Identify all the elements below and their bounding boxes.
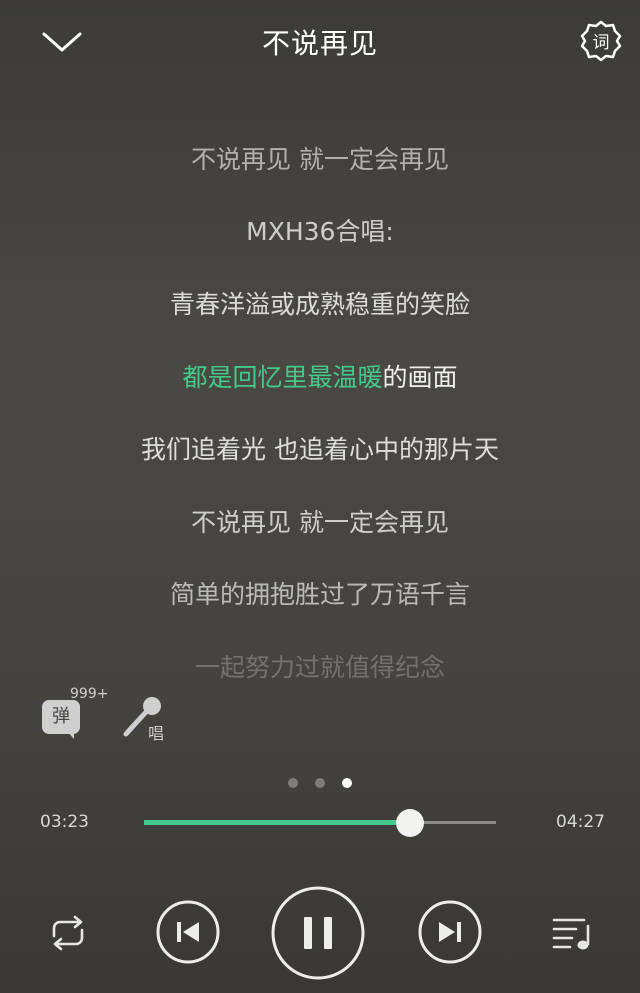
pause-icon: [271, 886, 365, 980]
progress-fill: [144, 820, 410, 825]
skip-previous-icon: [156, 900, 220, 964]
lyric-settings-button[interactable]: 词: [580, 20, 622, 62]
repeat-button[interactable]: [44, 912, 92, 954]
lyric-line: 不说再见 就一定会再见: [191, 508, 449, 537]
next-button[interactable]: [417, 899, 483, 965]
playlist-icon: [552, 918, 590, 950]
progress-thumb[interactable]: [396, 809, 424, 837]
previous-button[interactable]: [155, 899, 221, 965]
repeat-icon: [52, 915, 84, 951]
progress-slider[interactable]: [144, 809, 496, 837]
lyric-line: 我们追着光 也追着心中的那片天: [141, 435, 499, 464]
svg-text:词: 词: [593, 33, 610, 53]
skip-next-icon: [418, 900, 482, 964]
page-indicator: [0, 773, 640, 792]
page-dot-active[interactable]: [342, 778, 353, 788]
gear-icon: 词: [580, 20, 622, 62]
danmu-count-badge: 999+: [70, 686, 109, 702]
sing-button[interactable]: 唱: [122, 694, 172, 744]
current-lyric-line: 都是回忆里最温暖的画面: [0, 358, 640, 394]
sing-label: 唱: [148, 724, 165, 743]
playlist-button[interactable]: [550, 912, 598, 954]
lyric-line: MXH36合唱:: [246, 217, 394, 246]
comment-bubble-tail: [66, 730, 74, 739]
play-pause-button[interactable]: [269, 884, 367, 982]
lyrics-panel[interactable]: 不说再见 就一定会再见 MXH36合唱: 青春洋溢或成熟稳重的笑脸 都是回忆里最…: [0, 70, 640, 690]
lyric-line: 青春洋溢或成熟稳重的笑脸: [169, 290, 470, 319]
lyric-line: 不说再见 就一定会再见: [191, 145, 449, 174]
page-dot[interactable]: [287, 778, 298, 788]
comment-bubble-icon: 弹: [42, 700, 80, 734]
page-dot[interactable]: [315, 778, 325, 788]
current-lyric-sung: 都是回忆里最温暖: [182, 363, 383, 392]
current-time: 03:23: [40, 812, 89, 832]
lyric-line: 一起努力过就值得纪念: [194, 653, 445, 682]
song-title: 不说再见: [261, 27, 378, 60]
total-time: 04:27: [556, 812, 605, 832]
danmu-button[interactable]: 弹 999+: [40, 686, 110, 744]
lyric-line: 简单的拥抱胜过了万语千言: [169, 580, 470, 609]
current-lyric-remaining: 的画面: [382, 363, 458, 392]
